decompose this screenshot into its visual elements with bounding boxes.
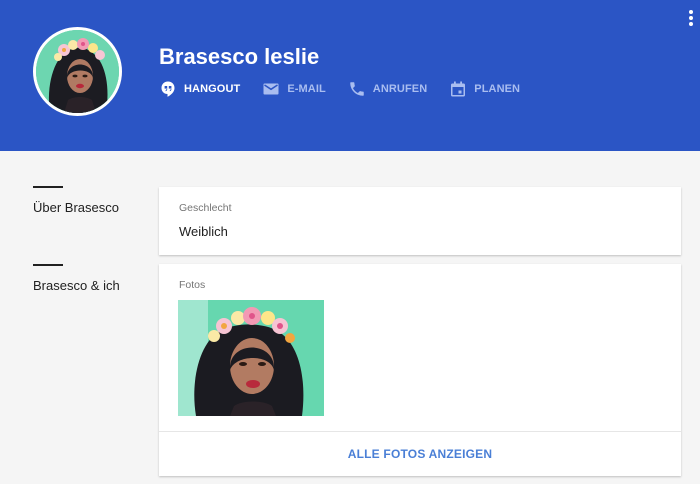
section-rule [33, 186, 63, 188]
about-card: Geschlecht Weiblich [159, 187, 681, 255]
schedule-button[interactable]: PLANEN [449, 80, 520, 98]
email-button[interactable]: E-MAIL [262, 80, 326, 98]
more-options-button[interactable] [682, 6, 700, 30]
email-label: E-MAIL [287, 83, 326, 95]
hangout-label: HANGOUT [184, 83, 241, 95]
show-all-photos-button[interactable]: ALLE FOTOS ANZEIGEN [159, 432, 681, 476]
profile-header: Brasesco leslie HANGOUT E-MAIL ANRUFEN P… [0, 0, 700, 151]
section-you-and: Brasesco & ich [33, 264, 143, 293]
schedule-label: PLANEN [474, 83, 521, 95]
section-you-and-title: Brasesco & ich [33, 278, 120, 293]
mail-icon [262, 80, 280, 98]
hangout-button[interactable]: HANGOUT [159, 80, 240, 98]
avatar[interactable] [33, 27, 122, 116]
calendar-icon [449, 80, 467, 98]
profile-photo [36, 30, 119, 113]
profile-photo [178, 300, 324, 416]
profile-name: Brasesco leslie [159, 44, 320, 69]
call-button[interactable]: ANRUFEN [348, 80, 427, 98]
section-about: Über Brasesco [33, 186, 143, 215]
action-bar: HANGOUT E-MAIL ANRUFEN PLANEN [159, 80, 542, 98]
more-vert-icon [689, 10, 693, 26]
photos-card: Fotos ALLE FOTOS ANZEIGEN [159, 264, 681, 476]
photo-thumbnail[interactable] [178, 300, 324, 416]
phone-icon [348, 80, 366, 98]
section-about-title: Über Brasesco [33, 200, 119, 215]
gender-value: Weiblich [179, 224, 228, 239]
hangouts-icon [159, 80, 177, 98]
gender-label: Geschlecht [179, 202, 232, 214]
photos-label: Fotos [179, 279, 206, 291]
call-label: ANRUFEN [372, 83, 428, 95]
section-rule [33, 264, 63, 266]
